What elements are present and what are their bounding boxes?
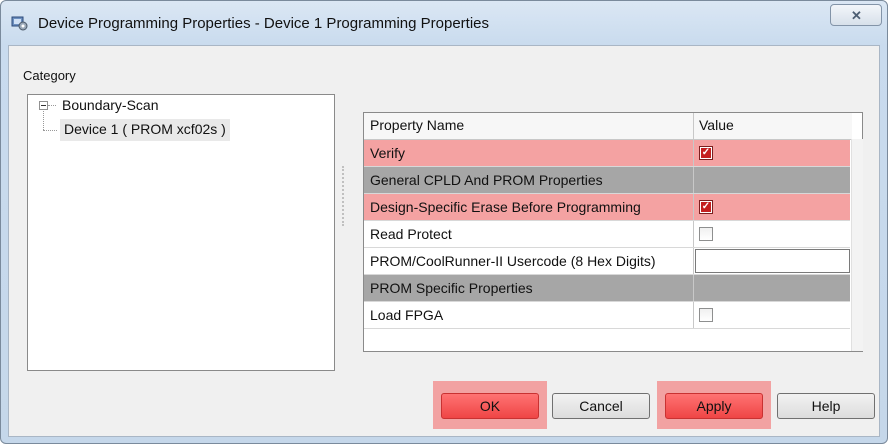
close-button[interactable]: ✕ <box>830 4 882 26</box>
column-divider <box>693 113 694 139</box>
tree-connector <box>48 105 56 106</box>
collapse-tree-icon[interactable] <box>39 101 48 110</box>
design-specific-erase-checkbox[interactable]: ✓ <box>699 200 713 214</box>
property-row-design-specific-erase[interactable]: Design-Specific Erase Before Programming… <box>364 194 850 221</box>
property-value <box>693 221 851 247</box>
window-title: Device Programming Properties - Device 1… <box>38 15 489 32</box>
category-tree[interactable]: Boundary-Scan Device 1 ( PROM xcf02s ) <box>27 94 335 371</box>
property-value: ✓ <box>693 140 851 166</box>
property-row-read-protect[interactable]: Read Protect <box>364 221 850 248</box>
property-value <box>693 275 851 301</box>
tree-item-boundary-scan[interactable]: Boundary-Scan <box>62 97 159 113</box>
help-button[interactable]: Help <box>777 393 875 419</box>
property-value <box>693 302 851 328</box>
property-grid: Property Name Value Verify ✓ General CPL… <box>363 112 863 352</box>
property-row-usercode[interactable]: PROM/CoolRunner-II Usercode (8 Hex Digit… <box>364 248 850 275</box>
property-name: Design-Specific Erase Before Programming <box>370 199 641 215</box>
close-icon: ✕ <box>851 8 862 23</box>
tree-item-device-1[interactable]: Device 1 ( PROM xcf02s ) <box>60 119 230 141</box>
property-row-verify[interactable]: Verify ✓ <box>364 140 850 167</box>
panel-splitter[interactable] <box>342 166 344 226</box>
column-header-value[interactable]: Value <box>699 117 734 133</box>
property-name: Verify <box>370 145 406 161</box>
tree-connector <box>43 111 44 130</box>
cancel-button[interactable]: Cancel <box>552 393 650 419</box>
verify-checkbox[interactable]: ✓ <box>699 146 713 160</box>
dialog-window: Device Programming Properties - Device 1… <box>0 0 888 444</box>
ok-button[interactable]: OK <box>441 393 539 419</box>
check-mark-icon: ✓ <box>701 147 711 158</box>
group-row-prom-specific[interactable]: PROM Specific Properties <box>364 275 850 302</box>
read-protect-checkbox[interactable] <box>699 227 713 241</box>
property-name: PROM/CoolRunner-II Usercode (8 Hex Digit… <box>370 253 656 269</box>
usercode-input[interactable] <box>695 249 850 273</box>
property-value: ✓ <box>693 194 851 220</box>
property-name: Load FPGA <box>370 307 444 323</box>
category-label: Category <box>23 68 76 83</box>
apply-button[interactable]: Apply <box>665 393 763 419</box>
property-value <box>693 167 851 193</box>
device-properties-icon <box>11 16 28 31</box>
grid-scroll-area[interactable] <box>851 139 863 351</box>
load-fpga-checkbox[interactable] <box>699 308 713 322</box>
title-bar[interactable]: Device Programming Properties - Device 1… <box>1 1 887 45</box>
property-value <box>693 248 851 274</box>
group-name: General CPLD And PROM Properties <box>370 172 603 188</box>
property-row-load-fpga[interactable]: Load FPGA <box>364 302 850 329</box>
tree-connector <box>43 130 57 131</box>
grid-header: Property Name Value <box>364 113 852 140</box>
group-name: PROM Specific Properties <box>370 280 533 296</box>
group-row-general-cpld-prom[interactable]: General CPLD And PROM Properties <box>364 167 850 194</box>
column-header-property-name[interactable]: Property Name <box>370 117 464 133</box>
check-mark-icon: ✓ <box>701 201 711 212</box>
property-name: Read Protect <box>370 226 452 242</box>
